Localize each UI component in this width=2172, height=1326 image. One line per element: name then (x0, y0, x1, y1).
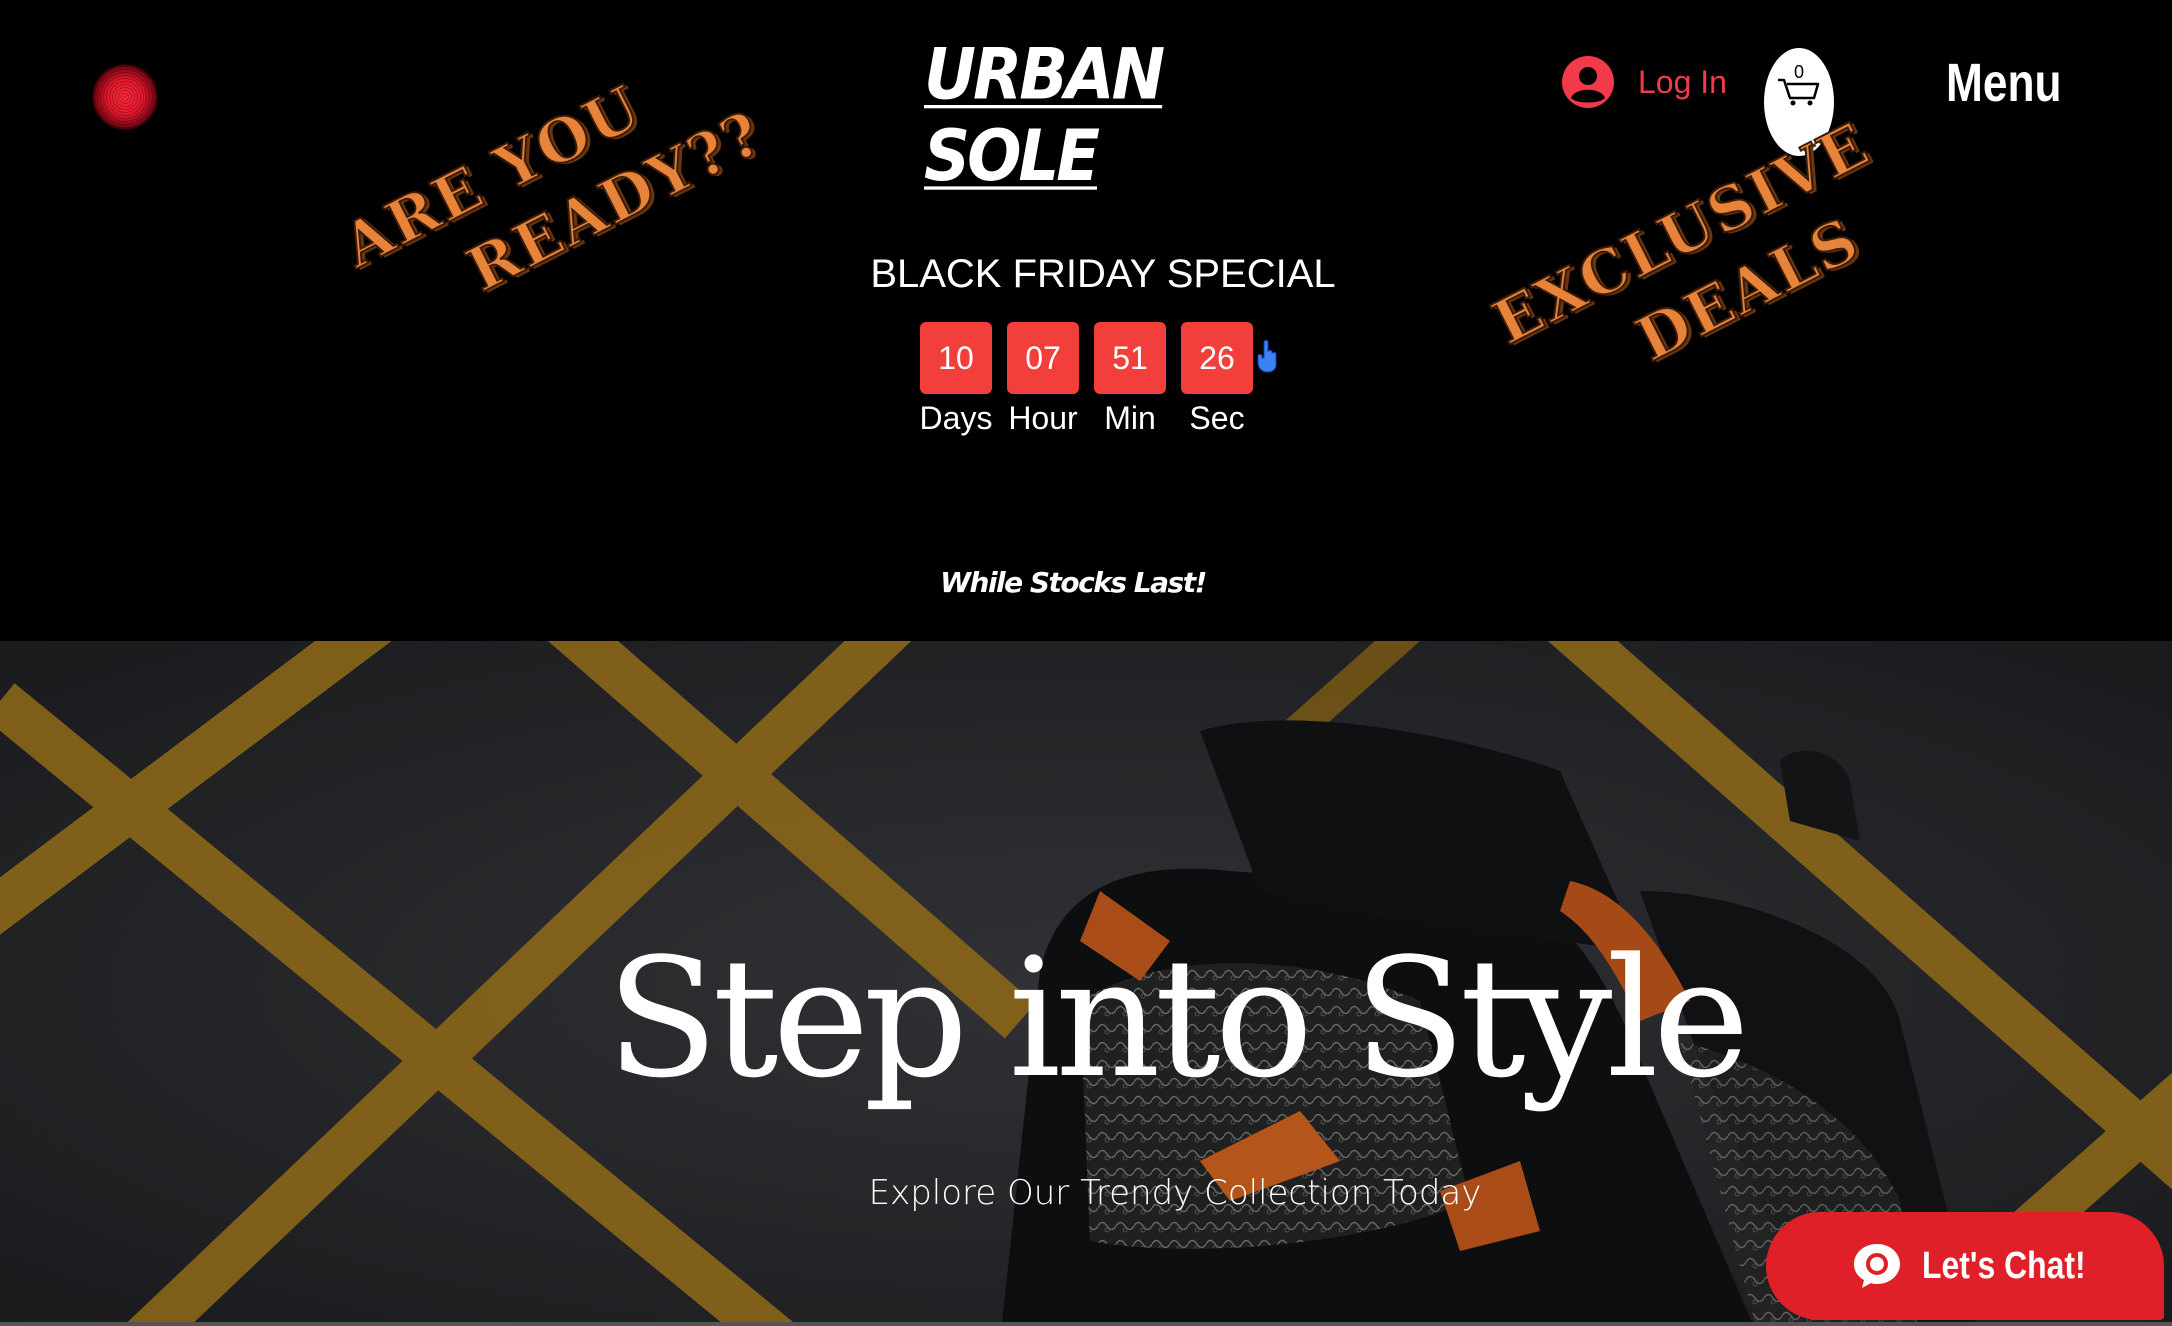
brand-logo[interactable]: URBAN SOLE (924, 35, 1224, 198)
page-bottom-divider (0, 1322, 2172, 1326)
countdown-hours: 07 Hour (1007, 322, 1079, 437)
hero-title: Step into Style (606, 923, 1750, 1114)
chat-label: Let's Chat! (1922, 1244, 2086, 1287)
site-header: URBAN SOLE Log In 0 Menu ARE YOU READY??… (0, 0, 2172, 641)
countdown-label: Min (1104, 400, 1156, 436)
countdown-value: 10 (920, 322, 992, 394)
login-label: Log In (1638, 63, 1727, 100)
menu-button[interactable]: Menu (1946, 52, 2062, 114)
countdown-value: 51 (1094, 322, 1166, 394)
countdown-timer: 10 Days 07 Hour 51 Min 26 Sec (920, 322, 1253, 437)
countdown-value: 07 (1007, 322, 1079, 394)
promo-title: BLACK FRIDAY SPECIAL (870, 252, 1336, 296)
countdown-value: 26 (1181, 322, 1253, 394)
countdown-label: Days (919, 400, 993, 436)
user-avatar-icon (1562, 56, 1614, 108)
lets-chat-button[interactable]: Let's Chat! (1766, 1212, 2164, 1320)
cart-count: 0 (1794, 62, 1805, 82)
while-stocks-last-tagline: While Stocks Last! (940, 566, 1207, 599)
countdown-minutes: 51 Min (1094, 322, 1166, 437)
chat-bubble-icon (1854, 1244, 1900, 1288)
countdown-seconds: 26 Sec (1181, 322, 1253, 437)
countdown-days: 10 Days (920, 322, 992, 437)
countdown-label: Hour (1008, 400, 1078, 436)
halftone-dot-logo[interactable] (92, 64, 158, 130)
hero-subtitle: Explore Our Trendy Collection Today (868, 1173, 1482, 1213)
login-button[interactable]: Log In (1562, 52, 1727, 112)
countdown-label: Sec (1189, 400, 1245, 436)
hand-cursor-icon (1257, 340, 1277, 373)
promo-slanted-right: EXCLUSIVE DEALS (1480, 105, 1920, 435)
promo-slanted-left: ARE YOU READY?? (330, 25, 776, 355)
